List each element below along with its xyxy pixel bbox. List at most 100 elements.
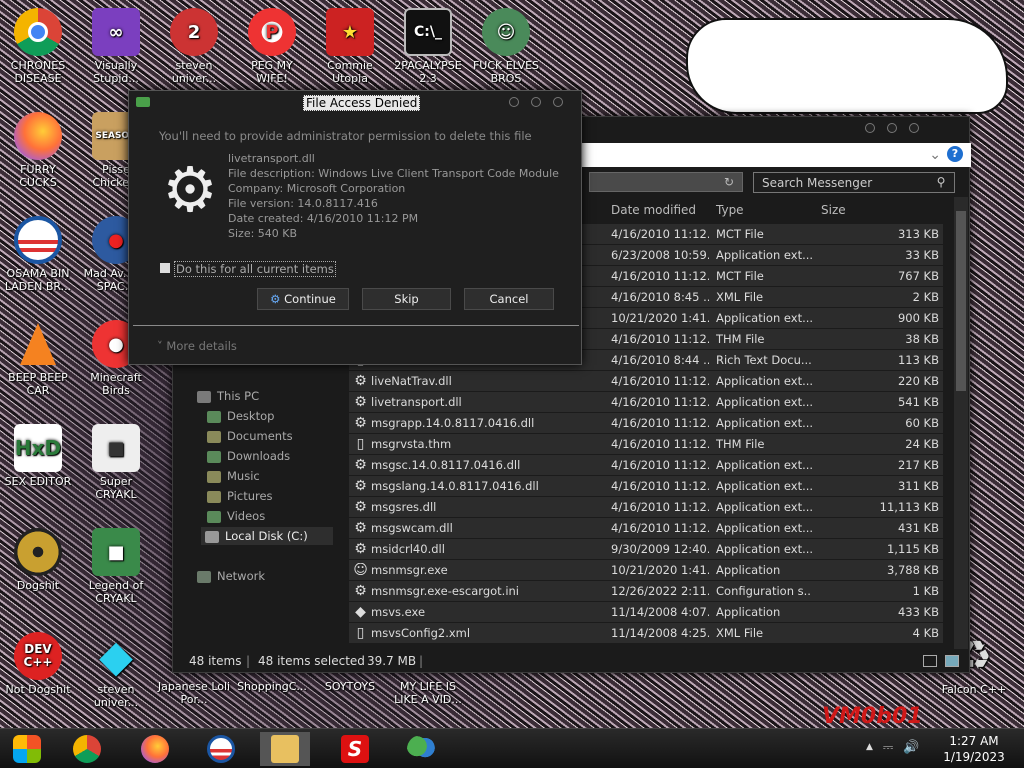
- desktop-icon-furry-cucks[interactable]: FURRY CUCKS: [0, 112, 76, 189]
- table-row[interactable]: ⚙ msnmsgr.exe-escargot.ini 12/26/2022 2:11…: [349, 581, 943, 601]
- start-button[interactable]: [2, 732, 52, 766]
- column-date[interactable]: Date modified: [611, 203, 696, 217]
- nav-documents[interactable]: Documents: [207, 429, 293, 443]
- desktop-icon-japanese-file[interactable]: Japanese Loli Por...: [156, 680, 232, 706]
- help-icon[interactable]: ?: [947, 146, 963, 162]
- desktop-icon-2pacalypse[interactable]: C:\_ 2PACALYPSE 2.3: [390, 8, 466, 85]
- more-details-label: More details: [166, 339, 237, 353]
- volume-icon[interactable]: 🔊: [903, 740, 919, 755]
- nav-pictures[interactable]: Pictures: [207, 489, 273, 503]
- game-icon: ☺: [482, 8, 530, 56]
- continue-button[interactable]: ⚙ Continue: [257, 288, 349, 310]
- nav-network[interactable]: Network: [197, 569, 265, 583]
- nav-videos[interactable]: Videos: [207, 509, 265, 523]
- network-icon: [197, 570, 211, 583]
- desktop-icon-label: Dogshit: [16, 579, 60, 592]
- desktop-icon-chrones-disease[interactable]: CHRONES DISEASE: [0, 8, 76, 85]
- scrollbar-thumb[interactable]: [956, 211, 966, 391]
- file-date: 12/26/2022 2:11...: [611, 584, 709, 598]
- desktop-icon-elves-bros[interactable]: ☺ FUCK ELVES BROS: [468, 8, 544, 85]
- desktop-icon-not-dogshit[interactable]: DEV C++ Not Dogshit: [0, 632, 76, 696]
- file-date: 4/16/2010 11:12...: [611, 227, 709, 241]
- apply-all-checkbox[interactable]: [160, 263, 170, 273]
- desktop-icon-commie-utopia[interactable]: ★ Commie Utopia: [312, 8, 388, 85]
- nav-desktop[interactable]: Desktop: [207, 409, 274, 423]
- nav-this-pc[interactable]: This PC: [197, 389, 259, 403]
- desktop-icon-beep-beep-car[interactable]: BEEP BEEP CAR: [0, 320, 76, 397]
- taskbar-chrome[interactable]: [62, 732, 112, 766]
- desktop-icon-super-cryakl[interactable]: ■ Super CRYAKL: [78, 424, 154, 501]
- file-info: livetransport.dll File description: Wind…: [228, 151, 559, 241]
- clock[interactable]: 1:27 AM 1/19/2023: [934, 733, 1014, 765]
- file-size: 433 KB: [897, 605, 939, 619]
- taskbar-obama[interactable]: [196, 732, 246, 766]
- cancel-button[interactable]: Cancel: [464, 288, 554, 310]
- table-row[interactable]: ⚙ msgsres.dll 4/16/2010 11:12... Applicatio…: [349, 497, 943, 517]
- refresh-icon[interactable]: ↻: [718, 173, 740, 191]
- close-button[interactable]: [553, 97, 563, 107]
- search-input[interactable]: Search Messenger: [753, 172, 955, 193]
- table-row[interactable]: ▯ msvsConfig2.xml 11/14/2008 4:25... XML Fi…: [349, 623, 943, 643]
- file-size: 4 KB: [912, 626, 939, 640]
- desktop-icon-osama-bin-laden[interactable]: OSAMA BIN LADEN BR...: [0, 216, 76, 293]
- nav-music[interactable]: Music: [207, 469, 260, 483]
- maximize-button[interactable]: [531, 97, 541, 107]
- desktop-icon-peg-my-wife[interactable]: P PEG MY WIFE!: [234, 8, 310, 85]
- desktop-icon-label: MY LIFE IS LIKE A VID...: [394, 680, 462, 706]
- taskbar-firefox[interactable]: [130, 732, 180, 766]
- file-type: Application: [716, 563, 781, 577]
- chevron-down-icon[interactable]: ⌄: [929, 147, 941, 163]
- desktop-icon-label: OSAMA BIN LADEN BR...: [4, 267, 72, 293]
- network-icon[interactable]: ⎓: [883, 740, 893, 755]
- table-row[interactable]: ⚙ msidcrl40.dll 9/30/2009 12:40... Applicat…: [349, 539, 943, 559]
- desktop-icon-sex-editor[interactable]: HxD SEX EDITOR: [0, 424, 76, 488]
- file-size: 217 KB: [897, 458, 939, 472]
- desktop-icon-steven-universe[interactable]: 2 steven univer...: [156, 8, 232, 85]
- shield-icon: ⚙: [270, 292, 281, 306]
- table-row[interactable]: ⚙ msgsc.14.0.8117.0416.dll 4/16/2010 11:12…: [349, 455, 943, 475]
- nav-label: Videos: [227, 509, 266, 523]
- table-row[interactable]: ⚙ msgslang.14.0.8117.0416.dll 4/16/2010 11…: [349, 476, 943, 496]
- vertical-scrollbar[interactable]: [954, 197, 968, 649]
- window-controls: [865, 123, 919, 133]
- table-row[interactable]: ⚙ msgrapp.14.0.8117.0416.dll 4/16/2010 11:…: [349, 413, 943, 433]
- maximize-button[interactable]: [887, 123, 897, 133]
- nav-local-disk[interactable]: Local Disk (C:): [201, 527, 333, 545]
- desktop-icon-soytoys[interactable]: SOYTOYS: [312, 680, 388, 693]
- nav-downloads[interactable]: Downloads: [207, 449, 290, 463]
- more-details-toggle[interactable]: ˅ More details: [157, 339, 237, 353]
- skip-button[interactable]: Skip: [362, 288, 451, 310]
- desktop-icon-steven-universe-2[interactable]: ◆ steven univer...: [78, 632, 154, 709]
- taskbar-messenger[interactable]: [396, 732, 446, 766]
- desktop-icon-visually-stupid[interactable]: ∞ Visually Stupid...: [78, 8, 154, 85]
- table-row[interactable]: ◆ msvs.exe 11/14/2008 4:07... Application 43…: [349, 602, 943, 622]
- search-icon[interactable]: ⚲: [928, 173, 954, 192]
- apply-all-label[interactable]: Do this for all current items: [174, 261, 336, 277]
- file-date: 4/16/2010 11:12...: [611, 521, 709, 535]
- table-row[interactable]: ⚙ liveNatTrav.dll 4/16/2010 11:12... Applic…: [349, 371, 943, 391]
- desktop-icon-dogshit[interactable]: Dogshit: [0, 528, 76, 592]
- table-row[interactable]: ⚙ livetransport.dll 4/16/2010 11:12... Appl…: [349, 392, 943, 412]
- desktop-icon-legend-of-cryakl[interactable]: ■ Legend of CRYAKL: [78, 528, 154, 605]
- table-row[interactable]: ⚙ msgswcam.dll 4/16/2010 11:12... Applicati…: [349, 518, 943, 538]
- column-type[interactable]: Type: [716, 203, 744, 217]
- clock-time: 1:27 AM: [949, 734, 999, 748]
- large-icons-view-icon[interactable]: [945, 655, 959, 667]
- minimize-button[interactable]: [509, 97, 519, 107]
- file-size: 900 KB: [897, 311, 939, 325]
- details-view-icon[interactable]: [923, 655, 937, 667]
- taskbar-file-explorer[interactable]: [260, 732, 310, 766]
- desktop-icon-my-life-file[interactable]: MY LIFE IS LIKE A VID...: [390, 680, 466, 706]
- close-button[interactable]: [909, 123, 919, 133]
- desktop-icon-shopping-file[interactable]: ShoppingC...: [234, 680, 310, 693]
- file-type: Application ext...: [716, 416, 812, 430]
- table-row[interactable]: ☺ msnmsgr.exe 10/21/2020 1:41... Applicatio…: [349, 560, 943, 580]
- file-name: msgswcam.dll: [371, 521, 453, 535]
- taskbar-app-s[interactable]: S: [330, 732, 380, 766]
- file-type: Application ext...: [716, 374, 812, 388]
- table-row[interactable]: ▯ msgrvsta.thm 4/16/2010 11:12... THM File 2…: [349, 434, 943, 454]
- minimize-button[interactable]: [865, 123, 875, 133]
- file-access-denied-dialog[interactable]: File Access Denied You'll need to provid…: [128, 90, 582, 365]
- show-hidden-icons[interactable]: ▲: [866, 740, 873, 755]
- column-size[interactable]: Size: [821, 203, 846, 217]
